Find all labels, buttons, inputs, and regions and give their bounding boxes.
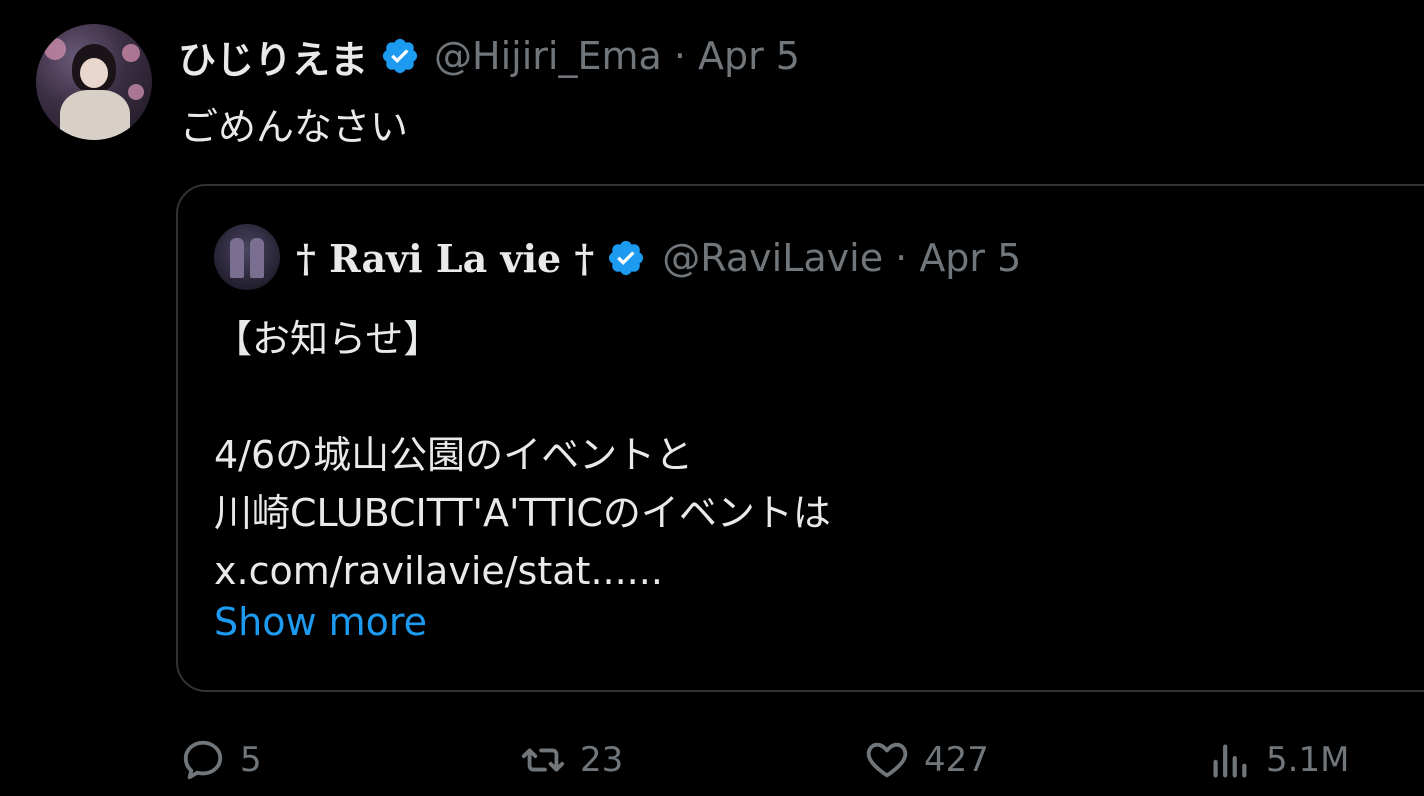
avatar-flower-decoration xyxy=(44,38,66,60)
like-button[interactable]: 427 xyxy=(864,728,989,792)
quoted-author-handle-and-date[interactable]: @RaviLavie · Apr 5 xyxy=(662,236,1021,280)
avatar-body xyxy=(60,90,130,140)
quoted-tweet-text: 【お知らせ】 4/6の城山公園のイベントと 川崎CLUBCITT'A'TTICの… xyxy=(214,310,1364,600)
avatar-figure xyxy=(230,238,244,278)
retweet-icon xyxy=(521,748,565,772)
like-count: 427 xyxy=(924,740,989,780)
quoted-text-line xyxy=(214,368,1364,426)
tweet-actions-bar: 5 23 427 5.1M xyxy=(0,728,1424,792)
quoted-text-line: x.com/ravilavie/stat...... xyxy=(214,549,663,593)
tweet-text: ごめんなさい xyxy=(180,105,409,149)
view-count: 5.1M xyxy=(1266,740,1350,780)
avatar-face xyxy=(80,58,108,88)
author-name[interactable]: ひじりえま xyxy=(178,29,368,84)
verified-badge-icon xyxy=(382,38,418,74)
reply-icon xyxy=(183,740,223,780)
reply-button[interactable]: 5 xyxy=(180,728,262,792)
heart-icon xyxy=(866,742,908,778)
views-button[interactable]: 5.1M xyxy=(1206,728,1349,792)
retweet-count: 23 xyxy=(580,740,624,780)
views-chart-icon xyxy=(1213,744,1247,778)
quoted-text-line: 4/6の城山公園のイベントと xyxy=(214,433,694,477)
quoted-tweet-header: † Ravi La vie † @RaviLavie · Apr 5 xyxy=(296,232,1021,284)
author-handle-and-date[interactable]: @Hijiri_Ema · Apr 5 xyxy=(434,34,800,78)
tweet-header: ひじりえま @Hijiri_Ema · Apr 5 xyxy=(178,30,800,82)
author-avatar[interactable] xyxy=(36,24,152,140)
quoted-author-avatar[interactable] xyxy=(214,224,280,290)
quoted-text-line: 【お知らせ】 xyxy=(214,317,442,361)
avatar-flower-decoration xyxy=(128,84,144,100)
avatar-flower-decoration xyxy=(122,44,140,62)
quoted-author-name[interactable]: † Ravi La vie † xyxy=(296,236,594,281)
verified-badge-icon xyxy=(609,240,644,276)
quoted-text-line: 川崎CLUBCITT'A'TTICのイベントは xyxy=(214,491,831,535)
avatar-figure xyxy=(250,238,264,278)
show-more-link[interactable]: Show more xyxy=(214,600,427,644)
reply-count: 5 xyxy=(240,740,262,780)
retweet-button[interactable]: 23 xyxy=(520,728,623,792)
